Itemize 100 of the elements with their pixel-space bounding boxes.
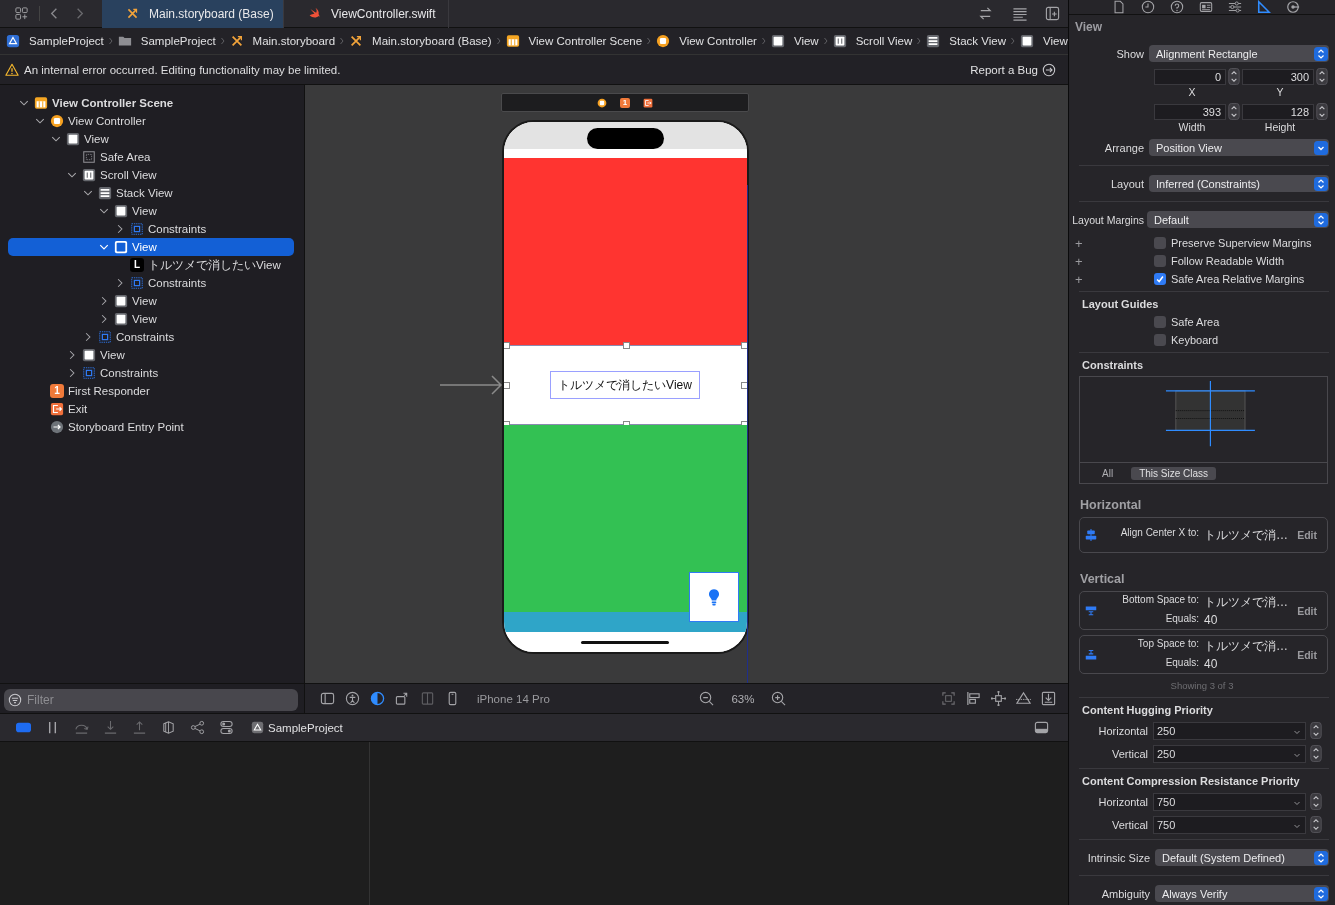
device-selector[interactable]: iPhone 14 Pro (477, 692, 550, 705)
outline-item[interactable]: View Controller Scene (8, 94, 294, 112)
accessibility-icon[interactable] (345, 691, 360, 706)
number-field[interactable]: 300 (1242, 68, 1314, 85)
view-controller-icon[interactable] (597, 97, 607, 108)
outline-item[interactable]: Constraints (8, 220, 294, 238)
stepper-icon[interactable] (1310, 722, 1322, 739)
resize-handle[interactable] (503, 342, 510, 349)
breadcrumb-item[interactable]: Stack View (926, 34, 1006, 48)
popup-button[interactable]: Inferred (Constraints) (1149, 175, 1329, 192)
view-debugger-icon[interactable] (161, 720, 176, 735)
breadcrumb-item[interactable]: Main.storyboard (229, 34, 336, 48)
editor-tab[interactable]: Main.storyboard (Base) (102, 0, 284, 28)
resolve-issues-icon[interactable] (1016, 691, 1031, 706)
environment-icon[interactable] (219, 720, 234, 735)
breadcrumb-item[interactable]: View Controller Scene (505, 34, 643, 48)
checkbox[interactable]: Preserve Superview Margins (1154, 237, 1312, 249)
history-icon[interactable] (1141, 0, 1155, 14)
outline-item[interactable]: L トルツメで消したいView (8, 256, 294, 274)
help-icon[interactable] (1170, 0, 1184, 14)
stepper-icon[interactable] (1316, 68, 1328, 85)
popup-button[interactable]: Position View (1149, 139, 1329, 156)
popup-button[interactable]: Always Verify (1155, 885, 1329, 902)
report-bug-link[interactable]: Report a Bug (970, 62, 1056, 77)
panel-toggle-icon[interactable] (1034, 720, 1049, 735)
stepper-icon[interactable] (1316, 103, 1328, 120)
add-variation-button[interactable]: + (1075, 272, 1154, 286)
checkbox[interactable]: Keyboard (1154, 334, 1219, 346)
split-view-icon[interactable] (420, 691, 435, 706)
add-variation-button[interactable]: + (1075, 254, 1154, 268)
edit-button[interactable]: Edit (1297, 648, 1317, 661)
step-into-icon[interactable] (103, 720, 118, 735)
add-variation-button[interactable]: + (1075, 236, 1154, 250)
outline-item[interactable]: View (8, 346, 294, 364)
connections-icon[interactable] (1286, 0, 1300, 14)
outline-item[interactable]: Constraints (8, 364, 294, 382)
outline-item[interactable]: Constraints (8, 274, 294, 292)
ruler-icon[interactable] (1257, 0, 1271, 14)
number-field[interactable]: 393 (1154, 103, 1226, 120)
zoom-in-icon[interactable] (771, 691, 787, 706)
popup-button[interactable]: Default (1147, 211, 1329, 228)
breadcrumb-item[interactable]: View (770, 34, 819, 48)
breadcrumb-item[interactable]: View Controller (656, 34, 757, 48)
outline-item[interactable]: Constraints (8, 328, 294, 346)
outline-item[interactable]: 1 First Responder (8, 382, 294, 400)
priority-field[interactable]: 750 (1153, 792, 1306, 811)
priority-field[interactable]: 250 (1153, 744, 1306, 763)
identity-icon[interactable] (1199, 0, 1213, 14)
outline-item[interactable]: View (8, 202, 294, 220)
popup-button[interactable]: Default (System Defined) (1155, 849, 1329, 866)
bulb-button[interactable] (688, 572, 739, 622)
editor-tab[interactable]: ViewController.swift (284, 0, 449, 28)
attributes-icon[interactable] (1228, 0, 1242, 14)
outline-item[interactable]: View (8, 310, 294, 328)
add-constraints-icon[interactable] (991, 691, 1006, 706)
step-out-icon[interactable] (132, 720, 147, 735)
outline-item[interactable]: Safe Area (8, 148, 294, 166)
breadcrumb-item[interactable]: SampleProject (6, 34, 104, 48)
priority-field[interactable]: 250 (1153, 721, 1306, 740)
checkbox[interactable]: Follow Readable Width (1154, 255, 1285, 267)
memory-graph-icon[interactable] (190, 720, 205, 735)
checkbox[interactable]: Safe Area (1154, 316, 1220, 328)
breadcrumb-item[interactable]: View (1020, 34, 1068, 48)
filter-tab[interactable]: All (1094, 466, 1122, 480)
editor-options-icon[interactable] (1011, 6, 1029, 21)
breadcrumb-item[interactable]: Scroll View (832, 34, 913, 48)
embed-in-icon[interactable] (1041, 691, 1056, 706)
number-field[interactable]: 0 (1154, 68, 1226, 85)
target-selector[interactable]: SampleProject (251, 721, 343, 734)
number-field[interactable]: 128 (1242, 103, 1314, 120)
stepper-icon[interactable] (1228, 68, 1240, 85)
sidebar-icon[interactable] (320, 691, 335, 706)
stepper-icon[interactable] (1310, 816, 1322, 833)
breadcrumb-item[interactable]: Main.storyboard (Base) (349, 34, 492, 48)
popup-button[interactable]: Alignment Rectangle (1149, 45, 1329, 62)
stepper-icon[interactable] (1310, 745, 1322, 762)
resize-handle[interactable] (740, 382, 747, 389)
file-icon[interactable] (1112, 0, 1126, 14)
stepper-icon[interactable] (1310, 793, 1322, 810)
breakpoints-icon[interactable] (16, 720, 31, 735)
filter-tab[interactable]: This Size Class (1131, 466, 1217, 480)
rotate-icon[interactable] (395, 691, 410, 706)
outline-item[interactable]: View (8, 238, 294, 256)
resize-handle[interactable] (622, 342, 630, 349)
swap-icon[interactable] (978, 6, 993, 21)
breadcrumb-item[interactable]: SampleProject (117, 34, 216, 48)
outline-item[interactable]: Storyboard Entry Point (8, 418, 294, 436)
outline-item[interactable]: View Controller (8, 112, 294, 130)
stepper-icon[interactable] (1228, 103, 1240, 120)
checkbox[interactable]: Safe Area Relative Margins (1154, 273, 1305, 285)
priority-field[interactable]: 750 (1153, 815, 1306, 834)
outline-item[interactable]: Stack View (8, 184, 294, 202)
exit-icon[interactable] (643, 97, 653, 108)
resize-handle[interactable] (740, 342, 747, 349)
grid-icon[interactable] (14, 6, 29, 21)
edit-button[interactable]: Edit (1297, 529, 1317, 541)
align-icon[interactable] (966, 691, 981, 706)
appearance-icon[interactable] (370, 691, 385, 706)
outline-item[interactable]: Exit (8, 400, 294, 418)
add-editor-icon[interactable] (1045, 6, 1060, 21)
